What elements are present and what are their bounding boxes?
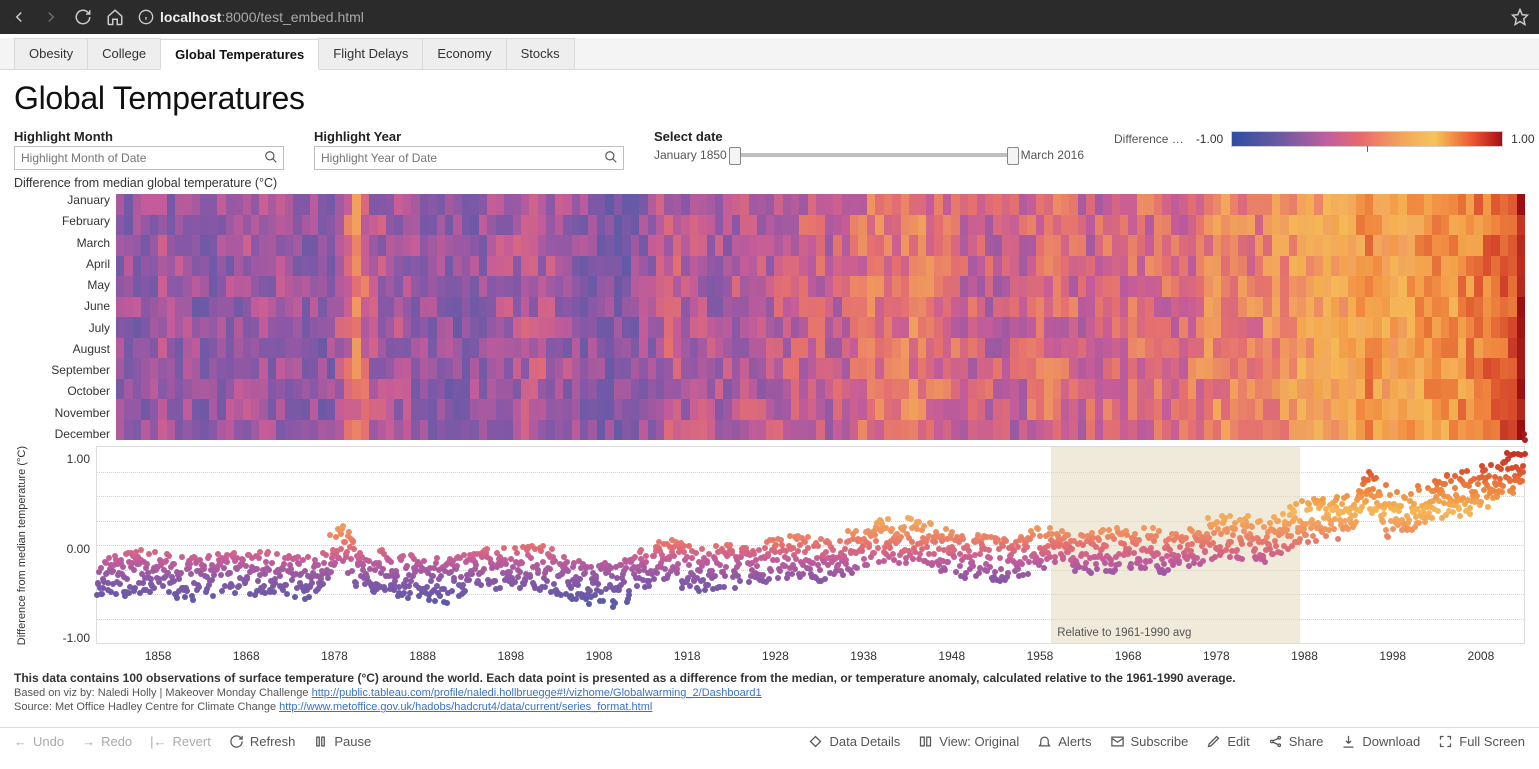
highlight-month-label: Highlight Month (14, 129, 284, 144)
attribution-1: Based on viz by: Naledi Holly | Makeover… (14, 687, 1525, 699)
month-label: November (14, 407, 110, 419)
reload-icon[interactable] (74, 8, 92, 26)
fullscreen-button[interactable]: Full Screen (1438, 734, 1525, 749)
month-label: May (14, 279, 110, 291)
tab-college[interactable]: College (87, 38, 161, 69)
caption: This data contains 100 observations of s… (14, 671, 1525, 685)
month-label: February (14, 215, 110, 227)
legend-gradient (1231, 131, 1503, 147)
month-label: June (14, 300, 110, 312)
download-button[interactable]: Download (1341, 734, 1420, 749)
month-label: January (14, 194, 110, 206)
tab-global-temperatures[interactable]: Global Temperatures (160, 39, 319, 70)
highlight-year-input[interactable] (314, 146, 624, 170)
scatter-x-ticks: 1858186818781888189819081918192819381948… (114, 645, 1525, 663)
month-label: September (14, 364, 110, 376)
highlight-month-input[interactable] (14, 146, 284, 170)
data-details-button[interactable]: Data Details (808, 734, 900, 749)
attribution-2: Source: Met Office Hadley Centre for Cli… (14, 701, 1525, 713)
forward-icon[interactable] (42, 8, 60, 26)
month-label: December (14, 428, 110, 440)
legend-min: -1.00 (1196, 132, 1223, 146)
workbook-tabs: ObesityCollegeGlobal TemperaturesFlight … (0, 38, 1539, 70)
month-label: July (14, 322, 110, 334)
tab-stocks[interactable]: Stocks (506, 38, 575, 69)
slider-min-label: January 1850 (654, 148, 727, 162)
slider-thumb-max[interactable] (1007, 147, 1019, 165)
viz-toolbar: ← Undo → Redo |← Revert Refresh Pause Da… (0, 727, 1539, 755)
select-date-label: Select date (654, 129, 1084, 144)
attribution-2-link[interactable]: http://www.metoffice.gov.uk/hadobs/hadcr… (279, 701, 652, 713)
page-title: Global Temperatures (14, 80, 1525, 117)
scatter-plot[interactable]: Relative to 1961-1990 avg (96, 446, 1525, 644)
url-host: localhost (160, 9, 221, 25)
info-icon (138, 9, 154, 25)
bookmark-star-icon[interactable] (1511, 8, 1529, 26)
redo-button[interactable]: → Redo (82, 734, 132, 749)
tab-obesity[interactable]: Obesity (14, 38, 88, 69)
month-label: April (14, 258, 110, 270)
pause-button[interactable]: Pause (313, 734, 371, 749)
browser-toolbar: localhost:8000/test_embed.html (0, 0, 1539, 34)
slider-max-label: March 2016 (1021, 148, 1084, 162)
share-button[interactable]: Share (1268, 734, 1324, 749)
edit-button[interactable]: Edit (1206, 734, 1249, 749)
view-button[interactable]: View: Original (918, 734, 1019, 749)
legend-max: 1.00 (1511, 132, 1534, 146)
month-label: October (14, 385, 110, 397)
heatmap-row-labels: January February March April May June July Augu… (14, 194, 116, 440)
search-icon (264, 150, 278, 167)
month-label: March (14, 237, 110, 249)
attribution-1-link[interactable]: http://public.tableau.com/profile/naledi… (312, 687, 762, 699)
scatter-y-ticks: 1.000.00-1.00 (30, 446, 96, 645)
reference-band-label: Relative to 1961-1990 avg (1057, 627, 1191, 639)
search-icon (604, 150, 618, 167)
scatter-y-axis-title: Difference from median temperature (°C) (14, 446, 30, 645)
month-label: August (14, 343, 110, 355)
refresh-button[interactable]: Refresh (229, 734, 296, 749)
color-legend: Difference … -1.00 1.00 (1114, 131, 1535, 147)
date-range-slider[interactable]: January 1850 March 2016 (654, 148, 1084, 162)
alerts-button[interactable]: Alerts (1037, 734, 1091, 749)
heatmap[interactable] (116, 194, 1525, 440)
highlight-year-label: Highlight Year (314, 129, 624, 144)
legend-title: Difference … (1114, 132, 1184, 146)
slider-thumb-min[interactable] (729, 147, 741, 165)
tab-flight-delays[interactable]: Flight Delays (318, 38, 423, 69)
subscribe-button[interactable]: Subscribe (1110, 734, 1189, 749)
heatmap-title: Difference from median global temperatur… (14, 176, 1525, 190)
address-bar[interactable]: localhost:8000/test_embed.html (138, 9, 364, 25)
back-icon[interactable] (10, 8, 28, 26)
revert-button[interactable]: |← Revert (150, 734, 211, 749)
home-icon[interactable] (106, 8, 124, 26)
undo-button[interactable]: ← Undo (14, 734, 64, 749)
tab-economy[interactable]: Economy (422, 38, 506, 69)
